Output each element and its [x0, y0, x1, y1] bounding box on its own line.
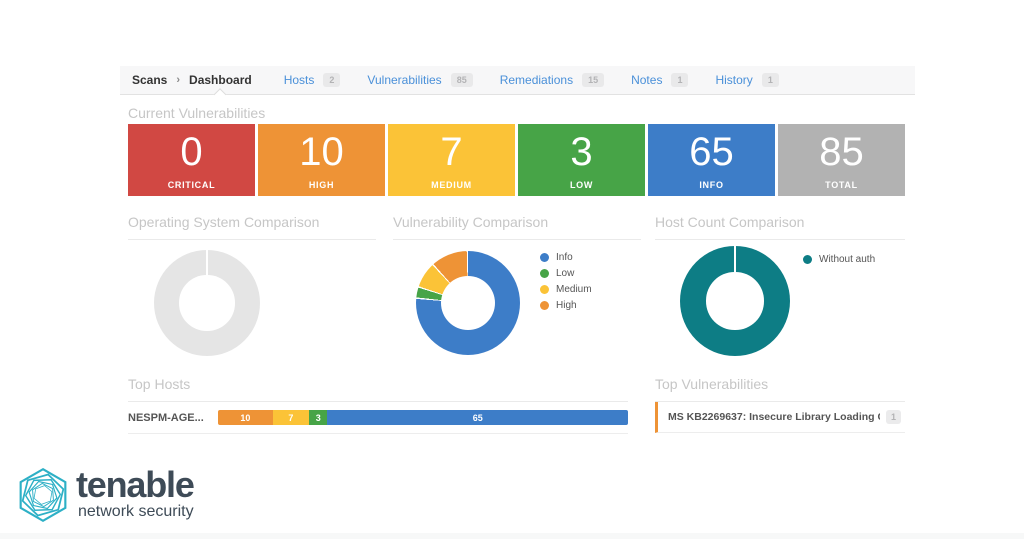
tab-vulnerabilities[interactable]: Vulnerabilities	[367, 73, 441, 87]
legend-item-low: Low	[540, 268, 592, 279]
vulnerability-comparison-title: Vulnerability Comparison	[393, 214, 641, 240]
tab-vulnerabilities-count-badge: 85	[451, 73, 473, 87]
tab-notes[interactable]: Notes	[631, 73, 662, 87]
tab-history-count-badge: 1	[762, 73, 779, 87]
legend-label-medium: Medium	[556, 284, 592, 295]
top-hosts-section: Top Hosts NESPM-AGE... 10 7 3 65	[128, 376, 628, 434]
tile-total-label: TOTAL	[825, 180, 858, 190]
tab-dashboard-label: Dashboard	[189, 73, 252, 87]
tile-critical-value: 0	[180, 132, 202, 172]
tile-info-label: INFO	[699, 180, 723, 190]
top-vulnerability-row[interactable]: MS KB2269637: Insecure Library Loading C…	[655, 402, 905, 433]
vulnerability-comparison-section: Vulnerability Comparison Info Low Medium…	[393, 214, 641, 369]
host-severity-stacked-bar: 10 7 3 65	[218, 410, 628, 425]
tab-hosts[interactable]: Hosts	[284, 73, 315, 87]
tenable-logo: tenable network security	[16, 466, 194, 524]
legend-dot-high	[540, 301, 549, 310]
top-hosts-title: Top Hosts	[128, 376, 628, 402]
tile-high-label: HIGH	[309, 180, 334, 190]
tile-medium: 7 MEDIUM	[388, 124, 515, 196]
donut-hole	[441, 276, 495, 330]
os-comparison-section: Operating System Comparison	[128, 214, 376, 369]
legend-dot-info	[540, 253, 549, 262]
donut-hole	[706, 272, 763, 329]
tenable-tagline-text: network security	[78, 503, 194, 521]
tile-critical: 0 CRITICAL	[128, 124, 255, 196]
legend-label-low: Low	[556, 268, 574, 279]
top-hosts-row[interactable]: NESPM-AGE... 10 7 3 65	[128, 402, 628, 434]
breadcrumb-separator-icon: ›	[176, 74, 180, 86]
tile-low-label: LOW	[570, 180, 593, 190]
legend-dot-low	[540, 269, 549, 278]
legend-label-high: High	[556, 300, 577, 311]
vulnerability-comparison-donut-chart[interactable]	[416, 251, 520, 355]
scan-tab-bar: Scans › Dashboard Hosts 2 Vulnerabilitie…	[120, 66, 915, 95]
os-comparison-title: Operating System Comparison	[128, 214, 376, 240]
vulnerability-count-badge: 1	[886, 410, 901, 424]
bottom-strip	[0, 533, 1024, 539]
tile-total-value: 85	[819, 132, 864, 172]
tenable-brand-text: tenable	[76, 469, 194, 501]
tile-critical-label: CRITICAL	[168, 180, 216, 190]
tab-dashboard[interactable]: Dashboard	[189, 73, 252, 87]
tab-remediations[interactable]: Remediations	[500, 73, 573, 87]
vulnerability-comparison-legend: Info Low Medium High	[540, 252, 592, 311]
breadcrumb-scans[interactable]: Scans	[132, 73, 167, 87]
bar-segment-high[interactable]: 10	[218, 410, 273, 425]
current-vulnerabilities-title: Current Vulnerabilities	[128, 105, 265, 121]
tile-total: 85 TOTAL	[778, 124, 905, 196]
vulnerability-name[interactable]: MS KB2269637: Insecure Library Loading C…	[668, 411, 880, 423]
top-vulnerabilities-title: Top Vulnerabilities	[655, 376, 905, 402]
tab-history[interactable]: History	[715, 73, 752, 87]
tile-info: 65 INFO	[648, 124, 775, 196]
donut-hole	[179, 275, 234, 330]
bar-segment-low[interactable]: 3	[309, 410, 327, 425]
host-count-donut-chart[interactable]	[680, 246, 790, 356]
tab-hosts-count-badge: 2	[323, 73, 340, 87]
tile-medium-value: 7	[440, 132, 462, 172]
os-comparison-donut-chart[interactable]	[154, 250, 260, 356]
top-vulnerabilities-section: Top Vulnerabilities MS KB2269637: Insecu…	[655, 376, 905, 433]
tile-low: 3 LOW	[518, 124, 645, 196]
legend-item-without-auth: Without auth	[803, 254, 875, 265]
host-count-comparison-title: Host Count Comparison	[655, 214, 905, 240]
bar-segment-info[interactable]: 65	[327, 410, 628, 425]
host-name[interactable]: NESPM-AGE...	[128, 412, 218, 424]
severity-tiles: 0 CRITICAL 10 HIGH 7 MEDIUM 3 LOW 65 INF…	[128, 124, 905, 196]
active-tab-caret	[214, 88, 227, 101]
scan-dashboard-page: Scans › Dashboard Hosts 2 Vulnerabilitie…	[0, 0, 1024, 539]
tenable-wordmark: tenable network security	[76, 469, 194, 521]
tile-info-value: 65	[689, 132, 734, 172]
host-count-legend: Without auth	[803, 254, 875, 265]
tile-low-value: 3	[570, 132, 592, 172]
tile-high: 10 HIGH	[258, 124, 385, 196]
tile-medium-label: MEDIUM	[431, 180, 472, 190]
legend-label-info: Info	[556, 252, 573, 263]
tab-notes-count-badge: 1	[671, 73, 688, 87]
legend-item-high: High	[540, 300, 592, 311]
legend-item-medium: Medium	[540, 284, 592, 295]
tab-remediations-count-badge: 15	[582, 73, 604, 87]
legend-item-info: Info	[540, 252, 592, 263]
legend-label-without-auth: Without auth	[819, 254, 875, 265]
tenable-hexagon-icon	[16, 466, 70, 524]
bar-segment-medium[interactable]: 7	[273, 410, 309, 425]
host-count-comparison-section: Host Count Comparison Without auth	[655, 214, 905, 369]
legend-dot-without-auth	[803, 255, 812, 264]
legend-dot-medium	[540, 285, 549, 294]
tile-high-value: 10	[299, 132, 344, 172]
